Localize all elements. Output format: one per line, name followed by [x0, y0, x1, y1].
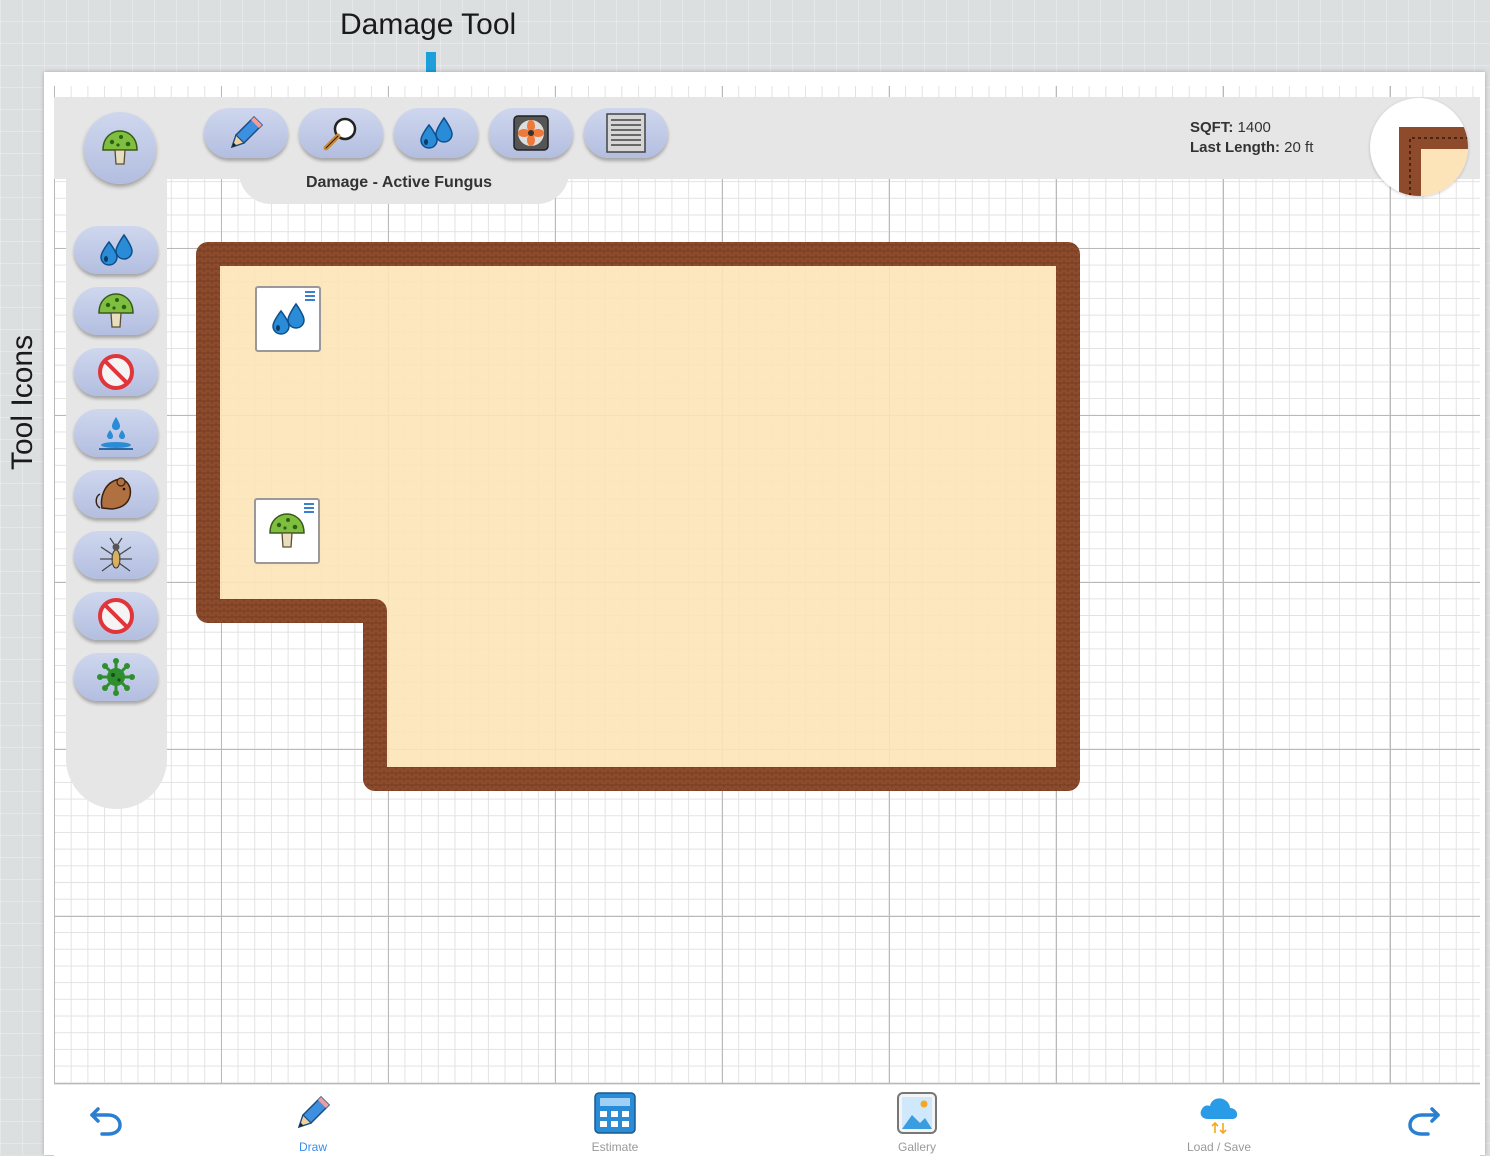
nav-draw-label: Draw [298, 1140, 327, 1154]
calculator-icon [594, 1092, 636, 1134]
sqft-value: 1400 [1237, 119, 1271, 136]
sidebar-item-water-leak[interactable] [74, 409, 158, 457]
sqft-label: SQFT: [1190, 119, 1234, 136]
canvas-marker-water[interactable] [255, 286, 321, 352]
insect-icon [99, 537, 133, 572]
bottom-navigation: Draw Estimate Gallery Load / Save [54, 1084, 1480, 1156]
sidebar-item-rodent[interactable] [74, 470, 158, 518]
nav-load-save-label: Load / Save [1186, 1140, 1252, 1154]
draw-tool-button[interactable] [204, 108, 288, 158]
nav-gallery-label: Gallery [897, 1140, 936, 1154]
no-pest-icon [98, 598, 134, 634]
damage-tool-button[interactable] [394, 108, 478, 158]
redo-icon[interactable] [1404, 1099, 1444, 1139]
mushroom-icon [102, 130, 138, 165]
water-drops-icon [420, 117, 453, 149]
last-length-value: 20 ft [1284, 139, 1314, 156]
sidebar-item-water[interactable] [74, 226, 158, 274]
app-window: Damage - Active Fungus SQFT: 1400 Last L… [44, 72, 1485, 1156]
tool-icons-callout: Tool Icons [6, 334, 39, 470]
water-leak-icon [99, 417, 133, 450]
room-info: SQFT: 1400 Last Length: 20 ft [1190, 118, 1313, 158]
room-floor-plan[interactable] [54, 86, 1480, 1086]
sidebar-item-insect[interactable] [74, 531, 158, 579]
wall-corner-icon [1399, 127, 1468, 196]
room-wall [196, 242, 1080, 791]
last-length-label: Last Length: [1190, 139, 1280, 156]
menu-lines-icon [304, 503, 314, 513]
nav-draw[interactable]: Draw [253, 1091, 373, 1154]
inspect-tool-button[interactable] [299, 108, 383, 158]
bacteria-icon [95, 656, 137, 698]
selected-tool-indicator[interactable] [84, 112, 156, 184]
sidebar-item-bacteria[interactable] [74, 653, 158, 701]
water-drops-icon [100, 234, 133, 266]
cloud-icon [1200, 1098, 1238, 1135]
damage-tool-callout: Damage Tool [340, 8, 517, 41]
no-mold-icon [98, 354, 134, 390]
nav-estimate[interactable]: Estimate [555, 1091, 675, 1154]
equipment-tool-button[interactable] [489, 108, 573, 158]
nav-estimate-label: Estimate [591, 1140, 639, 1154]
nav-gallery[interactable]: Gallery [857, 1091, 977, 1154]
rodent-icon [95, 477, 132, 510]
mushroom-icon [98, 293, 134, 328]
drawing-canvas[interactable] [54, 86, 1480, 1086]
sidebar-item-no-mold[interactable] [74, 348, 158, 396]
sidebar-item-no-pest[interactable] [74, 592, 158, 640]
undo-icon[interactable] [86, 1099, 126, 1139]
gallery-icon [897, 1092, 937, 1134]
selected-tool-caption: Damage - Active Fungus [305, 174, 493, 191]
vent-icon [606, 113, 646, 153]
material-tool-button[interactable] [584, 108, 668, 158]
pencil-icon [231, 116, 263, 148]
canvas-marker-fungus[interactable] [254, 498, 320, 564]
wall-style-preview[interactable] [1370, 98, 1468, 196]
magnifier-icon [319, 111, 363, 155]
fan-icon [513, 115, 549, 151]
pencil-icon [298, 1096, 330, 1128]
menu-lines-icon [305, 291, 315, 301]
sidebar-item-active-fungus[interactable] [74, 287, 158, 335]
nav-load-save[interactable]: Load / Save [1159, 1091, 1279, 1154]
